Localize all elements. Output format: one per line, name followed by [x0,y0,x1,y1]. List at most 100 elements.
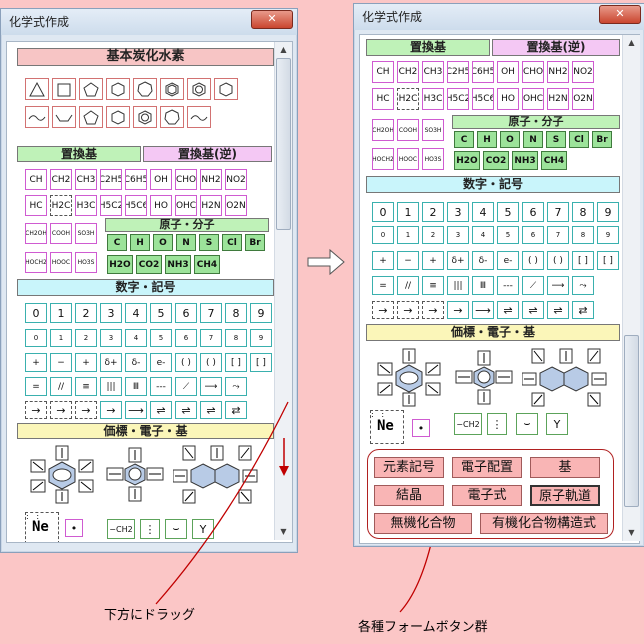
substituent-button[interactable]: COOH [397,119,419,141]
right-neon-electron-button[interactable]: Ne : : [370,410,404,444]
substituent-reverse-button[interactable]: H5C6 [472,88,494,110]
atom-button[interactable]: O [500,131,520,148]
atom-button[interactable]: Cl [569,131,589,148]
atom-button[interactable]: H [477,131,497,148]
atom-button[interactable]: S [546,131,566,148]
small-digit-button[interactable]: 8 [572,226,594,244]
bond-symbol-button[interactable]: ≡ [422,276,444,295]
right-y-bond-button[interactable]: Y [546,413,568,435]
substituent-reverse-button[interactable]: O2N [572,88,594,110]
symbol-button[interactable]: + [372,251,394,270]
digit-button[interactable]: 7 [547,202,569,222]
substituent-reverse-button[interactable]: H2N [547,88,569,110]
electron-formula-button[interactable]: 電子式 [452,485,522,506]
digit-button[interactable]: 2 [422,202,444,222]
atom-button[interactable]: C [454,131,474,148]
small-digit-button[interactable]: 1 [397,226,419,244]
substituent-button[interactable]: CH2 [397,61,419,83]
bond-symbol-button[interactable]: ⟶ [547,276,569,295]
small-digit-button[interactable]: 7 [547,226,569,244]
molecule-button[interactable]: CH4 [541,151,567,170]
symbol-button[interactable]: ( ) [547,251,569,270]
substituent-button[interactable]: CHO [522,61,544,83]
small-digit-button[interactable]: 9 [597,226,619,244]
arrow-button[interactable]: ⇌ [497,301,519,319]
bond-symbol-button[interactable]: // [397,276,419,295]
substituent-button[interactable]: CH3 [422,61,444,83]
substituent-button[interactable]: C2H5 [447,61,469,83]
right-scroll-thumb[interactable] [624,335,639,507]
arrow-button[interactable]: → [397,301,419,319]
bond-symbol-button[interactable]: --- [497,276,519,295]
substituent-button[interactable]: SO3H [422,119,444,141]
digit-button[interactable]: 3 [447,202,469,222]
right-vertical-bond-button[interactable]: ⋮ [487,413,507,435]
substituent-button[interactable]: CH [372,61,394,83]
electron-config-button[interactable]: 電子配置 [452,457,522,478]
substituent-button[interactable]: OH [497,61,519,83]
arrow-button[interactable]: ⇌ [522,301,544,319]
right-scroll-down-arrow[interactable]: ▼ [623,525,640,541]
substituent-reverse-button[interactable]: H5C2 [447,88,469,110]
substituent-button[interactable]: NO2 [572,61,594,83]
bond-symbol-button[interactable]: ⟋ [522,276,544,295]
symbol-button[interactable]: e- [497,251,519,270]
symbol-button[interactable]: δ- [472,251,494,270]
atom-button[interactable]: N [523,131,543,148]
digit-button[interactable]: 5 [497,202,519,222]
element-symbol-button[interactable]: 元素記号 [374,457,444,478]
digit-button[interactable]: 4 [472,202,494,222]
arrow-button[interactable]: ⇄ [572,301,594,319]
arrow-button[interactable]: ⟶ [472,301,494,319]
atomic-orbital-button[interactable]: 原子軌道 [530,485,600,506]
organic-structure-button[interactable]: 有機化合物構造式 [480,513,608,534]
bond-symbol-button[interactable]: ||| [447,276,469,295]
arrow-button[interactable]: → [422,301,444,319]
digit-button[interactable]: 8 [572,202,594,222]
substituent-reverse-button[interactable]: H2C [397,88,419,110]
right-scroll-up-arrow[interactable]: ▲ [623,35,640,51]
atom-button[interactable]: Br [592,131,612,148]
right-ch2-button[interactable]: −CH2 [454,413,482,435]
right-curve-bond-button[interactable]: ⌣ [516,413,538,435]
right-electron-dot-button[interactable]: • [412,419,430,437]
bond-symbol-button[interactable]: = [372,276,394,295]
right-naphthalene-diagram-icon[interactable] [522,347,616,407]
small-digit-button[interactable]: 3 [447,226,469,244]
arrow-button[interactable]: ⇌ [547,301,569,319]
arrow-button[interactable]: → [372,301,394,319]
right-scrollbar[interactable]: ▲ ▼ [622,35,640,541]
bond-symbol-button[interactable]: ⤳ [572,276,594,295]
substituent-button[interactable]: NH2 [547,61,569,83]
right-close-button[interactable]: ✕ [599,5,641,24]
symbol-button[interactable]: + [422,251,444,270]
small-digit-button[interactable]: 4 [472,226,494,244]
substituent-reverse-button[interactable]: HC [372,88,394,110]
substituent-button[interactable]: C6H5 [472,61,494,83]
symbol-button[interactable]: − [397,251,419,270]
small-digit-button[interactable]: 6 [522,226,544,244]
symbol-button[interactable]: [ ] [572,251,594,270]
arrow-button[interactable]: → [447,301,469,319]
bond-symbol-button[interactable]: Ⅲ [472,276,494,295]
small-digit-button[interactable]: 5 [497,226,519,244]
substituent-reverse-button[interactable]: H3C [422,88,444,110]
substituent-button[interactable]: CH2OH [372,119,394,141]
digit-button[interactable]: 1 [397,202,419,222]
molecule-button[interactable]: H2O [454,151,480,170]
substituent-reverse-button[interactable]: HOOC [397,148,419,170]
molecule-button[interactable]: CO2 [483,151,509,170]
digit-button[interactable]: 0 [372,202,394,222]
right-valence-diagram-icon[interactable] [374,347,444,407]
substituent-reverse-button[interactable]: HOCH2 [372,148,394,170]
digit-button[interactable]: 6 [522,202,544,222]
small-digit-button[interactable]: 0 [372,226,394,244]
crystal-button[interactable]: 結晶 [374,485,444,506]
digit-button[interactable]: 9 [597,202,619,222]
small-digit-button[interactable]: 2 [422,226,444,244]
symbol-button[interactable]: δ+ [447,251,469,270]
substituent-reverse-button[interactable]: OHC [522,88,544,110]
symbol-button[interactable]: ( ) [522,251,544,270]
substituent-reverse-button[interactable]: HO3S [422,148,444,170]
right-ring-bond-diagram-icon[interactable] [452,347,516,407]
